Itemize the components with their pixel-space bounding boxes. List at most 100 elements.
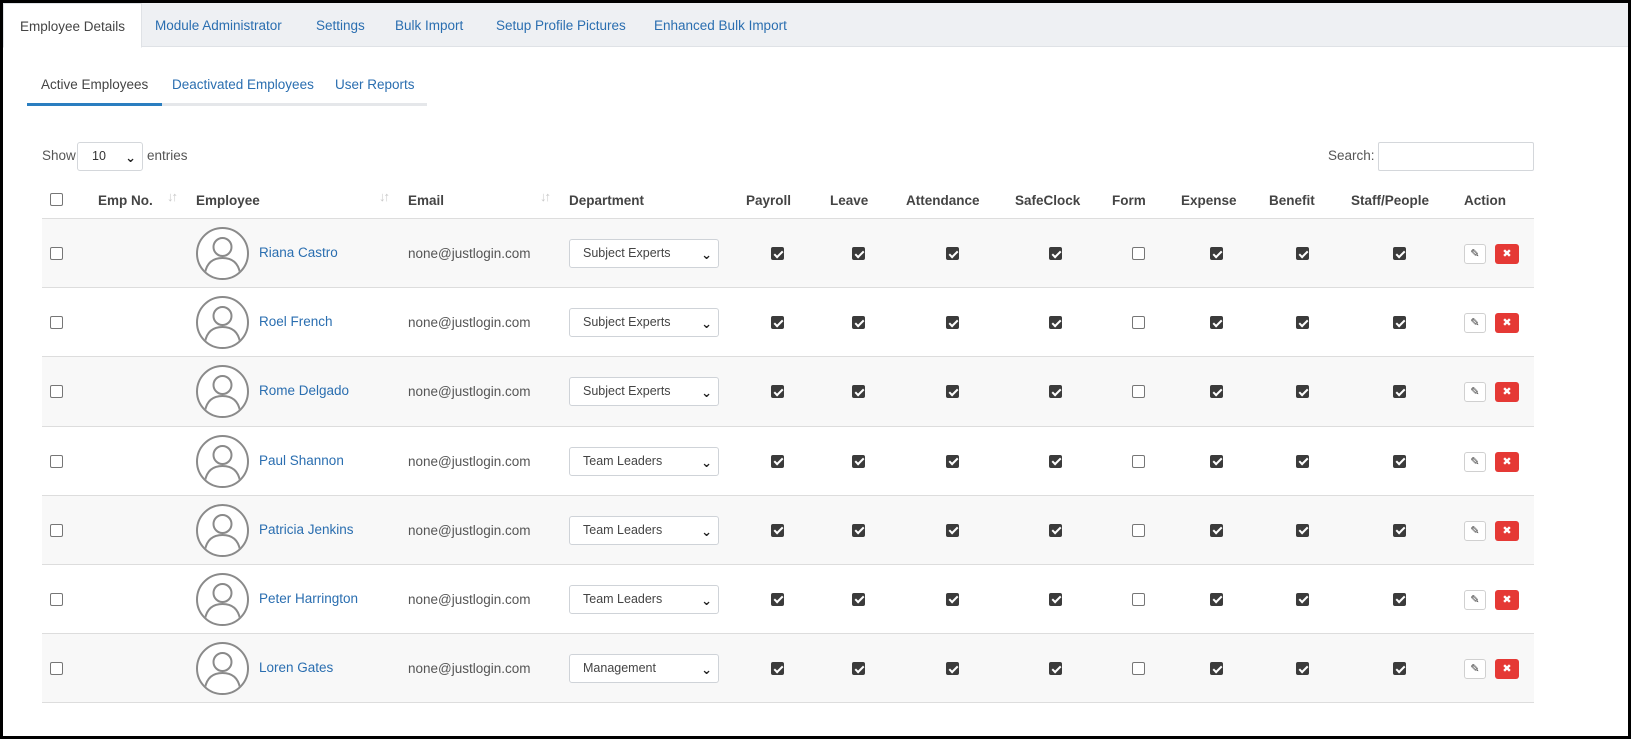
pencil-icon[interactable]: ✎ (1464, 313, 1486, 334)
module-safeclock-checkbox[interactable] (1049, 385, 1062, 399)
module-benefit-checkbox[interactable] (1296, 316, 1309, 330)
module-staff-people-checkbox[interactable] (1393, 662, 1406, 676)
select-all-checkbox[interactable] (50, 193, 63, 206)
module-safeclock-checkbox[interactable] (1049, 592, 1062, 606)
module-leave-checkbox[interactable] (852, 662, 865, 676)
module-expense-checkbox[interactable] (1210, 523, 1223, 537)
tab-employee-details[interactable]: Employee Details (3, 3, 143, 48)
module-payroll-checkbox[interactable] (771, 385, 784, 399)
module-benefit-checkbox[interactable] (1296, 662, 1309, 676)
module-leave-checkbox[interactable] (852, 523, 865, 537)
pencil-icon[interactable]: ✎ (1464, 244, 1486, 264)
module-safeclock-checkbox[interactable] (1049, 662, 1062, 676)
module-expense-checkbox[interactable] (1210, 592, 1223, 606)
module-leave-checkbox[interactable] (852, 247, 865, 260)
employee-name-link[interactable]: Loren Gates (259, 660, 333, 675)
employee-name-link[interactable]: Patricia Jenkins (259, 522, 354, 537)
tab-settings[interactable]: Settings (316, 3, 365, 47)
department-select[interactable]: Team Leaders ⌄ (569, 584, 719, 614)
employee-name-link[interactable]: Rome Delgado (259, 383, 349, 398)
tab-bulk-import[interactable]: Bulk Import (395, 3, 463, 47)
subtab-user-reports[interactable]: User Reports (335, 66, 415, 106)
module-form-checkbox[interactable] (1132, 316, 1145, 330)
module-benefit-checkbox[interactable] (1296, 592, 1309, 606)
module-leave-checkbox[interactable] (852, 385, 865, 399)
row-select-checkbox[interactable] (50, 454, 63, 468)
row-select-checkbox[interactable] (50, 316, 63, 330)
row-select-checkbox[interactable] (50, 247, 63, 260)
module-staff-people-checkbox[interactable] (1393, 247, 1406, 260)
module-staff-people-checkbox[interactable] (1393, 454, 1406, 468)
row-select-checkbox[interactable] (50, 385, 63, 399)
module-expense-checkbox[interactable] (1210, 454, 1223, 468)
x-icon[interactable]: ✖ (1495, 659, 1519, 680)
module-expense-checkbox[interactable] (1210, 385, 1223, 399)
department-select[interactable]: Management ⌄ (569, 654, 719, 684)
module-staff-people-checkbox[interactable] (1393, 592, 1406, 606)
module-expense-checkbox[interactable] (1210, 247, 1223, 260)
module-attendance-checkbox[interactable] (946, 523, 959, 537)
row-select-checkbox[interactable] (50, 662, 63, 676)
module-form-checkbox[interactable] (1132, 247, 1145, 260)
pencil-icon[interactable]: ✎ (1464, 451, 1486, 472)
pencil-icon[interactable]: ✎ (1464, 659, 1486, 680)
module-form-checkbox[interactable] (1132, 592, 1145, 606)
x-icon[interactable]: ✖ (1495, 451, 1519, 472)
module-leave-checkbox[interactable] (852, 592, 865, 606)
module-attendance-checkbox[interactable] (946, 385, 959, 399)
module-form-checkbox[interactable] (1132, 454, 1145, 468)
module-form-checkbox[interactable] (1132, 523, 1145, 537)
sort-arrows-icon[interactable]: ↓↑ (167, 189, 178, 204)
module-benefit-checkbox[interactable] (1296, 385, 1309, 399)
employee-name-link[interactable]: Roel French (259, 314, 333, 329)
module-leave-checkbox[interactable] (852, 316, 865, 330)
entries-length-select[interactable]: 10 ⌄ (77, 142, 143, 171)
module-expense-checkbox[interactable] (1210, 662, 1223, 676)
employee-name-link[interactable]: Peter Harrington (259, 591, 358, 606)
module-form-checkbox[interactable] (1132, 385, 1145, 399)
x-icon[interactable]: ✖ (1495, 313, 1519, 334)
col-employee[interactable]: Employee (196, 181, 260, 219)
tab-setup-profile-pictures[interactable]: Setup Profile Pictures (496, 3, 626, 47)
module-safeclock-checkbox[interactable] (1049, 454, 1062, 468)
sort-arrows-icon[interactable]: ↓↑ (379, 189, 390, 204)
subtab-deactivated-employees[interactable]: Deactivated Employees (172, 66, 314, 106)
employee-name-link[interactable]: Paul Shannon (259, 453, 344, 468)
pencil-icon[interactable]: ✎ (1464, 382, 1486, 403)
module-attendance-checkbox[interactable] (946, 316, 959, 330)
module-staff-people-checkbox[interactable] (1393, 385, 1406, 399)
module-form-checkbox[interactable] (1132, 662, 1145, 676)
module-payroll-checkbox[interactable] (771, 316, 784, 330)
search-input[interactable] (1378, 142, 1534, 171)
module-payroll-checkbox[interactable] (771, 454, 784, 468)
tab-module-administrator[interactable]: Module Administrator (155, 3, 282, 47)
x-icon[interactable]: ✖ (1495, 244, 1519, 264)
department-select[interactable]: Team Leaders ⌄ (569, 446, 719, 476)
module-safeclock-checkbox[interactable] (1049, 316, 1062, 330)
module-payroll-checkbox[interactable] (771, 592, 784, 606)
module-payroll-checkbox[interactable] (771, 247, 784, 260)
department-select[interactable]: Subject Experts ⌄ (569, 308, 719, 338)
x-icon[interactable]: ✖ (1495, 382, 1519, 403)
pencil-icon[interactable]: ✎ (1464, 589, 1486, 610)
subtab-active-employees[interactable]: Active Employees (27, 66, 163, 106)
module-attendance-checkbox[interactable] (946, 592, 959, 606)
module-benefit-checkbox[interactable] (1296, 247, 1309, 260)
module-staff-people-checkbox[interactable] (1393, 316, 1406, 330)
module-staff-people-checkbox[interactable] (1393, 523, 1406, 537)
x-icon[interactable]: ✖ (1495, 520, 1519, 541)
department-select[interactable]: Subject Experts ⌄ (569, 239, 719, 268)
module-attendance-checkbox[interactable] (946, 662, 959, 676)
module-expense-checkbox[interactable] (1210, 316, 1223, 330)
row-select-checkbox[interactable] (50, 523, 63, 537)
x-icon[interactable]: ✖ (1495, 589, 1519, 610)
department-select[interactable]: Subject Experts ⌄ (569, 377, 719, 407)
module-payroll-checkbox[interactable] (771, 523, 784, 537)
module-leave-checkbox[interactable] (852, 454, 865, 468)
department-select[interactable]: Team Leaders ⌄ (569, 515, 719, 545)
tab-enhanced-bulk-import[interactable]: Enhanced Bulk Import (654, 3, 787, 47)
module-safeclock-checkbox[interactable] (1049, 247, 1062, 260)
col-emp-no[interactable]: Emp No. (98, 181, 153, 219)
pencil-icon[interactable]: ✎ (1464, 520, 1486, 541)
module-safeclock-checkbox[interactable] (1049, 523, 1062, 537)
